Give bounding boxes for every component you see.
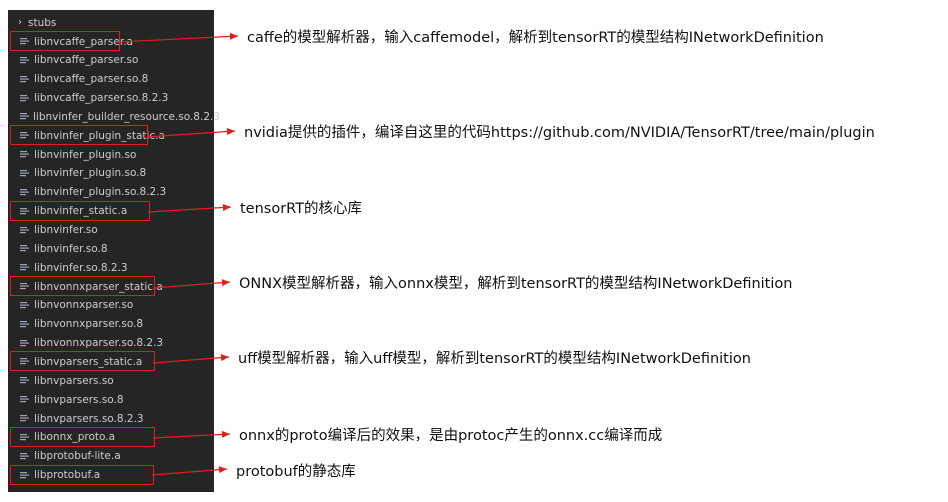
annotation-1: caffe的模型解析器，输入caffemodel，解析到tensorRT的模型结… bbox=[247, 30, 824, 46]
annotation-5: uff模型解析器，输入uff模型，解析到tensorRT的模型结构INetwor… bbox=[238, 351, 751, 367]
arrow-right-icon bbox=[152, 430, 231, 439]
arrow-right-icon bbox=[152, 279, 231, 289]
arrow-right-icon bbox=[151, 466, 228, 476]
arrow-right-icon bbox=[145, 128, 236, 138]
arrow-right-icon bbox=[152, 354, 230, 364]
annotation-2: nvidia提供的插件，编译自这里的代码https://github.com/N… bbox=[244, 125, 875, 141]
arrow-right-icon bbox=[117, 32, 239, 43]
annotation-6: onnx的proto编译后的效果，是由protoc产生的onnx.cc编译而成 bbox=[239, 428, 663, 444]
annotation-3: tensorRT的核心库 bbox=[240, 201, 363, 217]
arrow-right-icon bbox=[147, 203, 232, 213]
annotation-4: ONNX模型解析器，输入onnx模型，解析到tensorRT的模型结构INetw… bbox=[239, 276, 793, 292]
annotation-7: protobuf的静态库 bbox=[236, 464, 356, 480]
